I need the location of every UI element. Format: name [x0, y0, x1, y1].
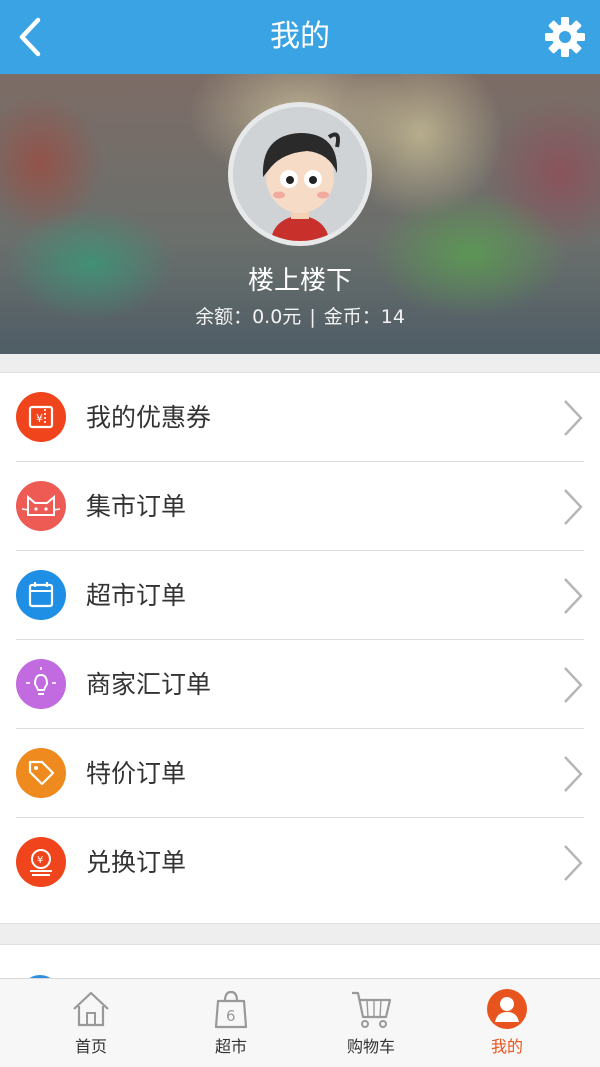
menu-item-label: 商家汇订单 [86, 670, 212, 699]
menu-item-label: 兑换订单 [86, 848, 187, 877]
menu-item-special-offer-orders[interactable]: 特价订单 [0, 729, 600, 818]
chevron-right-icon [562, 844, 584, 882]
chevron-right-icon [562, 399, 584, 437]
tab-label: 超市 [214, 1037, 247, 1056]
coins-label: 金币： [323, 306, 381, 328]
cat-face-icon [16, 481, 66, 531]
order-menu: ¥ 我的优惠券 集市订单 超市订单 商家汇订单 特价订单 ¥ 兑换订单 [0, 372, 600, 924]
menu-item-coupons[interactable]: ¥ 我的优惠券 [0, 373, 600, 462]
bag-badge: 6 [226, 1007, 236, 1025]
chevron-right-icon [562, 755, 584, 793]
account-stats: 余额：0.0元 | 金币：14 [0, 302, 600, 329]
lightbulb-icon [16, 659, 66, 709]
tab-label: 我的 [490, 1037, 523, 1056]
svg-text:¥: ¥ [37, 855, 43, 866]
coin-stack-icon: ¥ [16, 837, 66, 887]
tab-supermarket[interactable]: 6 超市 [156, 979, 306, 1067]
calendar-icon [16, 570, 66, 620]
menu-item-label: 我的优惠券 [86, 403, 212, 432]
coins-value: 14 [380, 306, 405, 328]
bottom-tab-bar: 首页 6 超市 购物车 我的 [0, 978, 600, 1067]
username: 楼上楼下 [247, 266, 352, 296]
tab-label: 购物车 [346, 1037, 395, 1056]
chevron-right-icon [562, 488, 584, 526]
chevron-right-icon [562, 577, 584, 615]
coupon-icon: ¥ [16, 392, 66, 442]
tab-home[interactable]: 首页 [16, 979, 166, 1067]
chevron-right-icon [562, 666, 584, 704]
page-title: 我的 [270, 19, 330, 54]
avatar[interactable] [228, 102, 372, 246]
menu-item-label: 特价订单 [86, 759, 187, 788]
cart-icon [349, 987, 393, 1031]
menu-item-market-orders[interactable]: 集市订单 [0, 462, 600, 551]
menu-item-merchant-orders[interactable]: 商家汇订单 [0, 640, 600, 729]
svg-text:¥: ¥ [36, 412, 43, 425]
shopping-bag-icon: 6 [209, 987, 253, 1031]
tab-cart[interactable]: 购物车 [296, 979, 446, 1067]
home-icon [69, 987, 113, 1031]
menu-item-label: 集市订单 [86, 492, 187, 521]
menu-item-exchange-orders[interactable]: ¥ 兑换订单 [0, 818, 600, 907]
balance-label: 余额： [195, 306, 253, 328]
menu-item-supermarket-orders[interactable]: 超市订单 [0, 551, 600, 640]
tab-label: 首页 [74, 1037, 107, 1056]
user-icon [485, 987, 529, 1031]
top-bar: 我的 [0, 0, 600, 74]
profile-header: 楼上楼下 余额：0.0元 | 金币：14 [0, 74, 600, 354]
gear-icon[interactable] [544, 16, 586, 58]
price-tag-icon [16, 748, 66, 798]
tab-mine[interactable]: 我的 [432, 979, 582, 1067]
menu-item-label: 超市订单 [86, 581, 187, 610]
stats-separator: | [309, 306, 316, 328]
balance-value: 0.0元 [252, 306, 302, 328]
